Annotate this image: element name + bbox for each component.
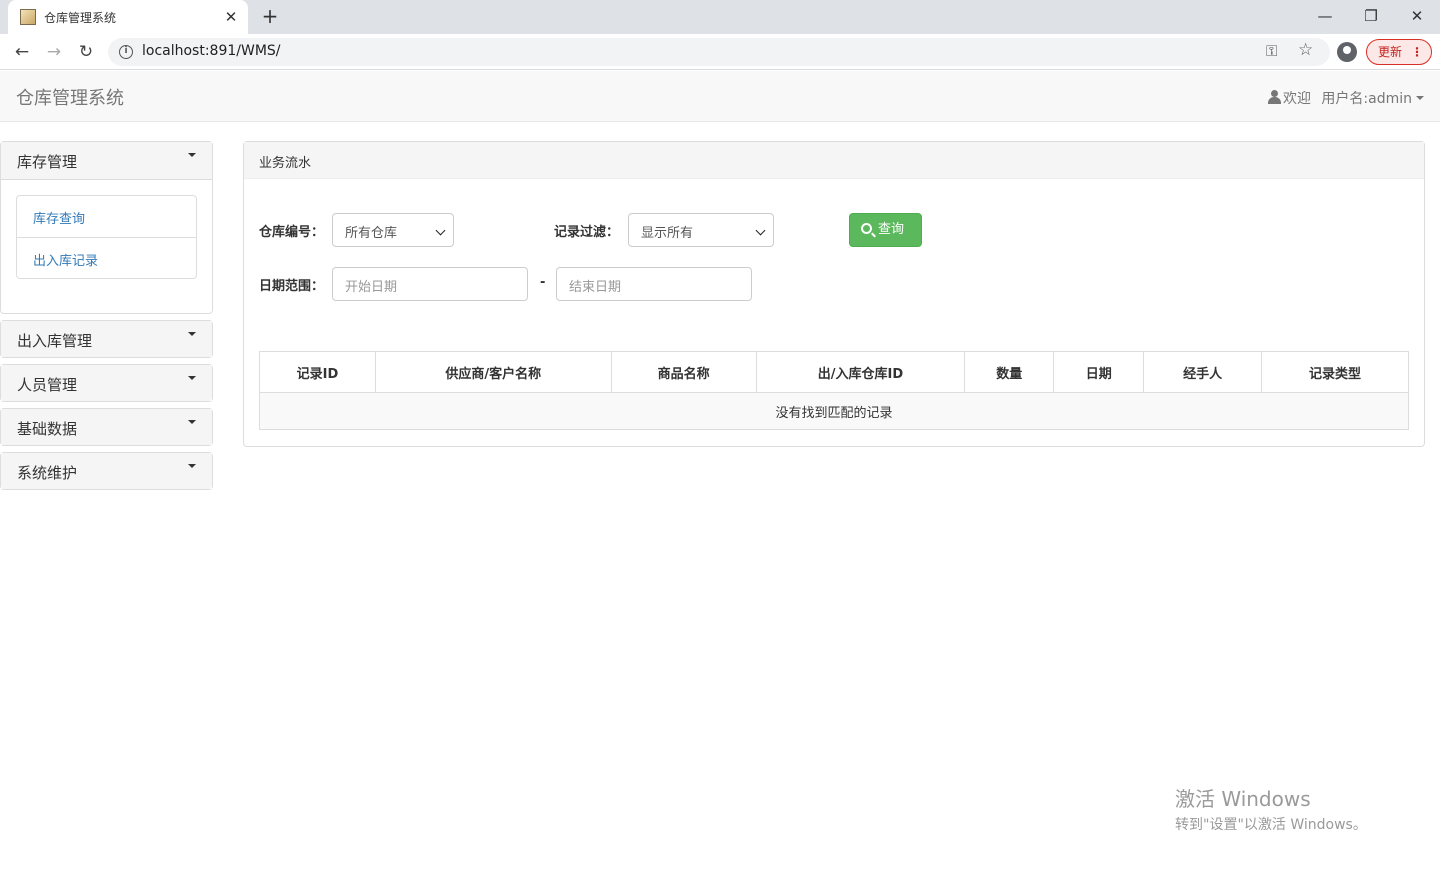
caret-down-icon [1416, 96, 1424, 100]
close-tab-icon[interactable]: ✕ [222, 8, 240, 26]
update-label: 更新 [1378, 45, 1403, 59]
app-navbar: 仓库管理系统 欢迎 用户名:admin [0, 71, 1440, 122]
browser-tabstrip: 仓库管理系统 ✕ + — ❐ ✕ [0, 0, 1440, 34]
update-button[interactable]: 更新 ⋮ [1366, 39, 1432, 65]
welcome-text: 欢迎 [1282, 91, 1311, 107]
warehouse-select-value: 所有仓库 [345, 226, 398, 241]
sidebar-panel-base-data[interactable]: 基础数据 [0, 408, 213, 446]
column-header-warehouse-id[interactable]: 出/入库仓库ID [756, 351, 966, 393]
end-date-placeholder: 结束日期 [569, 280, 622, 295]
sidebar-submenu: 库存查询 出入库记录 [16, 195, 197, 279]
browser-toolbar: ← → ↻ i localhost:891/WMS/ ⚿ ☆ 更新 ⋮ [0, 34, 1440, 70]
records-table: 记录ID 供应商/客户名称 商品名称 出/入库仓库ID 数量 日期 经手人 记录… [259, 351, 1409, 430]
table-row: 没有找到匹配的记录 [259, 392, 1409, 430]
caret-down-icon [188, 332, 196, 336]
browser-tab[interactable]: 仓库管理系统 ✕ [8, 0, 248, 34]
chevron-down-icon [435, 225, 446, 236]
sidebar-panel-header[interactable]: 系统维护 [1, 453, 212, 489]
sidebar-item-stock-query[interactable]: 库存查询 [17, 196, 196, 237]
sidebar-panel-header[interactable]: 基础数据 [1, 409, 212, 445]
close-window-icon[interactable]: ✕ [1405, 4, 1429, 28]
forward-icon[interactable]: → [41, 39, 67, 65]
profile-icon[interactable] [1337, 42, 1357, 62]
back-icon[interactable]: ← [9, 39, 35, 65]
sidebar-panel-title: 出入库管理 [17, 332, 93, 350]
table-header-row: 记录ID 供应商/客户名称 商品名称 出/入库仓库ID 数量 日期 经手人 记录… [259, 351, 1409, 393]
sidebar-panel-title: 库存管理 [17, 153, 78, 171]
menu-dots-icon: ⋮ [1411, 45, 1423, 59]
sidebar-panel-io-management[interactable]: 出入库管理 [0, 320, 213, 358]
start-date-input[interactable]: 开始日期 [332, 267, 528, 301]
record-filter-select[interactable]: 显示所有 [628, 213, 774, 247]
caret-down-icon [188, 376, 196, 380]
brand-title[interactable]: 仓库管理系统 [16, 84, 124, 110]
main-panel: 业务流水 仓库编号： 所有仓库 记录过滤： 显示所有 查询 日期范围： 开始日期… [243, 141, 1425, 447]
end-date-input[interactable]: 结束日期 [556, 267, 752, 301]
sidebar-panel-staff[interactable]: 人员管理 [0, 364, 213, 402]
column-header-quantity[interactable]: 数量 [964, 351, 1055, 393]
user-menu[interactable]: 欢迎 用户名:admin [1267, 88, 1424, 108]
username-text: 用户名:admin [1321, 91, 1412, 107]
record-filter-select-value: 显示所有 [641, 226, 694, 241]
column-header-goods[interactable]: 商品名称 [611, 351, 757, 393]
caret-down-icon [188, 153, 196, 157]
warehouse-label: 仓库编号： [259, 225, 325, 240]
chevron-down-icon [755, 225, 766, 236]
column-header-record-id[interactable]: 记录ID [259, 351, 376, 393]
site-info-icon[interactable]: i [119, 45, 133, 59]
user-icon [1267, 90, 1281, 104]
search-icon [861, 223, 872, 234]
record-filter-label: 记录过滤： [554, 225, 620, 240]
column-header-partner[interactable]: 供应商/客户名称 [375, 351, 612, 393]
date-range-label: 日期范围： [259, 279, 325, 294]
bookmark-star-icon[interactable]: ☆ [1298, 40, 1313, 60]
minimize-icon[interactable]: — [1313, 4, 1337, 28]
sidebar-panel-title: 人员管理 [17, 376, 78, 394]
sidebar-panel-system[interactable]: 系统维护 [0, 452, 213, 490]
address-bar[interactable]: i localhost:891/WMS/ ⚿ ☆ [108, 38, 1330, 66]
caret-down-icon [188, 420, 196, 424]
column-header-record-type[interactable]: 记录类型 [1261, 351, 1409, 393]
new-tab-icon[interactable]: + [258, 5, 282, 29]
windows-activation-watermark: 激活 Windows 转到"设置"以激活 Windows。 [1175, 783, 1367, 834]
query-button-label: 查询 [878, 222, 905, 237]
date-range-separator: - [540, 275, 546, 290]
reload-icon[interactable]: ↻ [73, 39, 99, 65]
sidebar-item-io-records[interactable]: 出入库记录 [17, 237, 196, 278]
empty-table-message: 没有找到匹配的记录 [259, 392, 1409, 430]
favicon-icon [20, 9, 36, 25]
start-date-placeholder: 开始日期 [345, 280, 398, 295]
restore-icon[interactable]: ❐ [1359, 4, 1383, 28]
sidebar-panel-inventory: 库存管理 库存查询 出入库记录 [0, 141, 213, 314]
watermark-subtitle: 转到"设置"以激活 Windows。 [1175, 817, 1367, 833]
column-header-date[interactable]: 日期 [1053, 351, 1145, 393]
sidebar-panel-header[interactable]: 人员管理 [1, 365, 212, 401]
sidebar-panel-header[interactable]: 库存管理 [1, 142, 212, 180]
query-button[interactable]: 查询 [849, 213, 922, 247]
sidebar-panel-header[interactable]: 出入库管理 [1, 321, 212, 357]
panel-title: 业务流水 [244, 142, 1424, 179]
warehouse-select[interactable]: 所有仓库 [332, 213, 454, 247]
url-text[interactable]: localhost:891/WMS/ [142, 43, 281, 59]
sidebar-panel-title: 系统维护 [17, 464, 78, 482]
column-header-handler[interactable]: 经手人 [1143, 351, 1263, 393]
caret-down-icon [188, 464, 196, 468]
key-icon[interactable]: ⚿ [1266, 42, 1277, 60]
sidebar-panel-title: 基础数据 [17, 420, 78, 438]
tab-title: 仓库管理系统 [44, 11, 117, 25]
watermark-title: 激活 Windows [1175, 787, 1311, 811]
